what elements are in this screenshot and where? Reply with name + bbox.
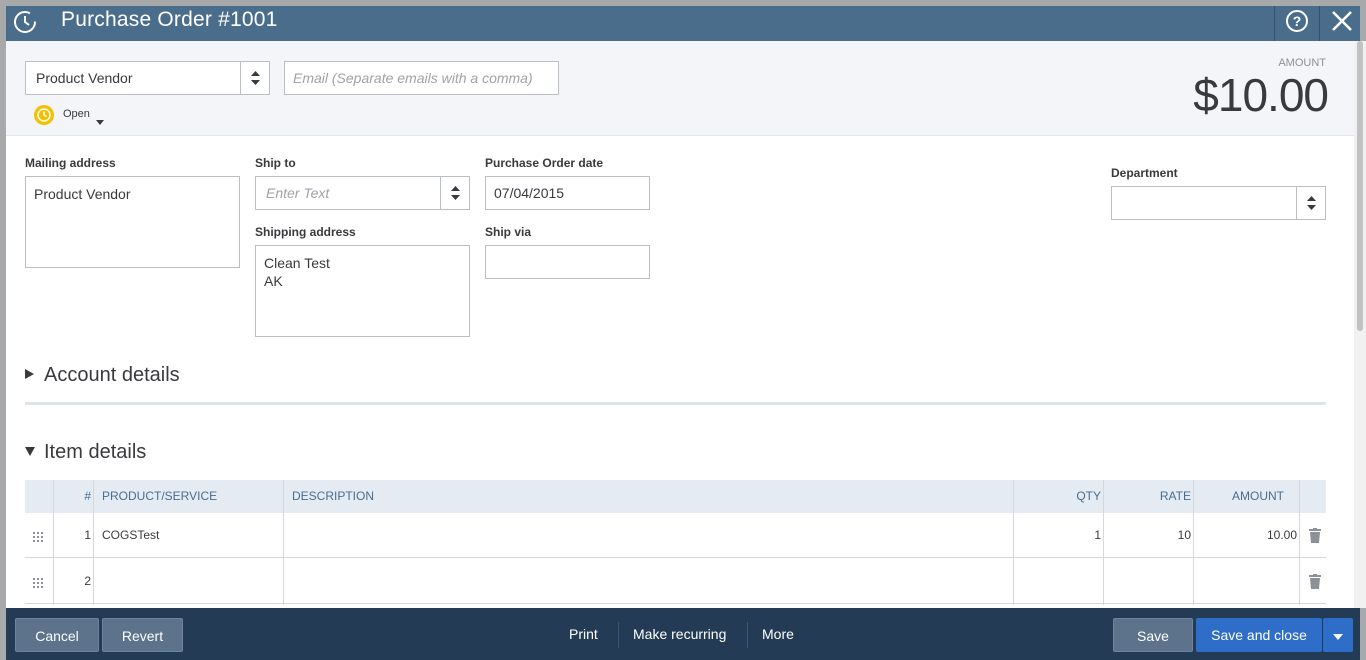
sort-arrows-icon[interactable]	[1296, 187, 1325, 219]
table-header: # PRODUCT/SERVICE DESCRIPTION QTY RATE A…	[25, 480, 1326, 513]
vendor-select[interactable]: Product Vendor	[25, 61, 270, 95]
row-rate[interactable]	[1115, 559, 1191, 604]
email-placeholder: Email (Separate emails with a comma)	[293, 70, 533, 86]
shipping-address-field[interactable]: Clean Test AK	[255, 245, 470, 337]
title-divider	[1274, 6, 1275, 41]
revert-button[interactable]: Revert	[102, 618, 183, 652]
sort-arrows-icon[interactable]	[240, 62, 269, 94]
cancel-button[interactable]: Cancel	[15, 618, 99, 652]
po-date-label: Purchase Order date	[485, 156, 604, 170]
clock-icon	[34, 105, 54, 125]
account-details-label: Account details	[44, 364, 180, 386]
history-icon[interactable]	[12, 9, 38, 35]
header-area: Product Vendor Email (Separate emails wi…	[6, 41, 1354, 136]
amount-value: $10.00	[1193, 69, 1329, 121]
col-num-header: #	[84, 489, 91, 503]
title-bar: Purchase Order #1001 ?	[6, 0, 1360, 41]
table-row[interactable]: 1 COGSTest 1 10 10.00	[25, 513, 1326, 558]
vendor-value: Product Vendor	[36, 70, 133, 86]
trash-icon[interactable]	[1309, 574, 1321, 592]
row-amount[interactable]	[1205, 559, 1297, 604]
row-qty[interactable]	[1025, 559, 1101, 604]
table-row[interactable]: 2	[25, 559, 1326, 604]
row-product[interactable]: COGSTest	[102, 513, 159, 558]
mailing-address-value: Product Vendor	[34, 186, 131, 202]
ship-to-label: Ship to	[255, 156, 296, 170]
mailing-address-label: Mailing address	[25, 156, 116, 170]
col-product-header: PRODUCT/SERVICE	[102, 489, 218, 503]
save-button[interactable]: Save	[1113, 618, 1193, 652]
row-number: 1	[84, 528, 91, 542]
email-field[interactable]: Email (Separate emails with a comma)	[284, 61, 559, 95]
row-amount[interactable]: 10.00	[1205, 513, 1297, 558]
title-divider	[1319, 6, 1320, 41]
triangle-right-icon	[25, 369, 37, 382]
col-qty-header: QTY	[1076, 489, 1101, 503]
make-recurring-link[interactable]: Make recurring	[633, 626, 726, 642]
department-label: Department	[1111, 166, 1178, 180]
more-link[interactable]: More	[762, 626, 794, 642]
caret-down-icon	[1333, 627, 1343, 643]
shipping-address-line1: Clean Test	[264, 255, 330, 271]
item-details-label: Item details	[44, 441, 147, 463]
footer-bar: Cancel Revert Print Make recurring More …	[6, 608, 1360, 660]
po-date-field[interactable]: 07/04/2015	[485, 176, 650, 210]
drag-handle-icon[interactable]	[33, 576, 43, 591]
print-link[interactable]: Print	[569, 626, 598, 642]
ship-via-label: Ship via	[485, 225, 532, 239]
shipping-address-label: Shipping address	[255, 225, 356, 239]
po-date-value: 07/04/2015	[494, 185, 565, 201]
status-label: Open	[63, 108, 90, 120]
sort-arrows-icon[interactable]	[440, 177, 469, 209]
row-number: 2	[84, 574, 91, 588]
row-qty[interactable]: 1	[1025, 513, 1101, 558]
drag-handle-icon[interactable]	[33, 530, 43, 545]
close-icon[interactable]	[1328, 7, 1356, 35]
ship-to-select[interactable]: Enter Text	[255, 176, 470, 210]
row-rate[interactable]: 10	[1115, 513, 1191, 558]
trash-icon[interactable]	[1309, 528, 1321, 546]
help-icon[interactable]: ?	[1286, 10, 1308, 32]
section-divider	[25, 402, 1326, 405]
save-options-button[interactable]	[1323, 618, 1353, 652]
shipping-address-line2: AK	[264, 273, 283, 289]
col-rate-header: RATE	[1159, 489, 1191, 503]
account-details-toggle[interactable]: Account details	[25, 364, 180, 387]
col-amount-header: AMOUNT	[1232, 489, 1284, 503]
ship-to-placeholder: Enter Text	[266, 185, 330, 201]
footer-divider	[618, 622, 619, 648]
item-details-toggle[interactable]: Item details	[25, 441, 146, 464]
footer-divider	[747, 622, 748, 648]
triangle-down-icon	[25, 446, 37, 459]
col-description-header: DESCRIPTION	[292, 489, 375, 503]
purchase-order-window: Purchase Order #1001 ? Product Vendor Em…	[6, 0, 1366, 660]
scrollbar-thumb[interactable]	[1357, 41, 1363, 331]
ship-via-field[interactable]	[485, 245, 650, 279]
window-title: Purchase Order #1001	[61, 8, 278, 31]
vertical-scrollbar[interactable]	[1354, 41, 1366, 608]
save-and-close-button[interactable]: Save and close	[1196, 618, 1322, 652]
mailing-address-field[interactable]: Product Vendor	[25, 176, 240, 268]
department-select[interactable]	[1111, 186, 1326, 220]
caret-down-icon	[96, 113, 104, 128]
